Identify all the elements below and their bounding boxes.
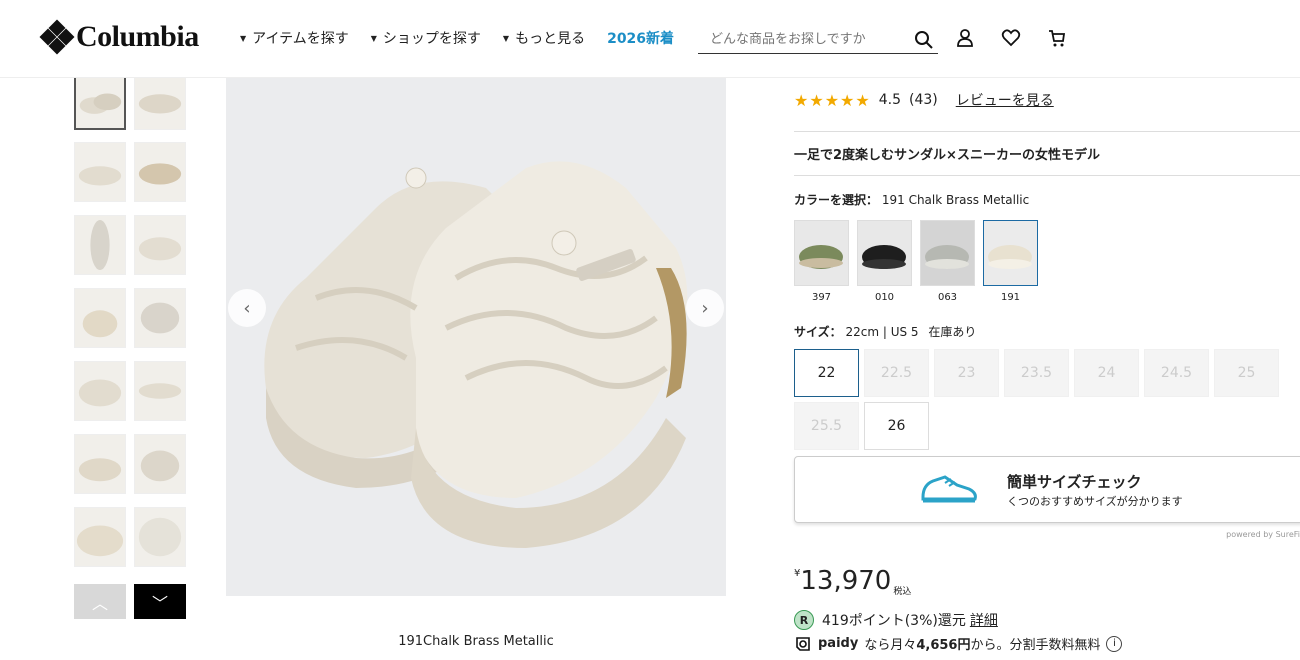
- size-option[interactable]: 26: [864, 402, 929, 450]
- main-nav: ▼ アイテムを探す ▼ ショップを探す ▼ もっと見る 2026新着: [240, 28, 674, 48]
- size-option-unavailable[interactable]: 23.5: [1004, 349, 1069, 397]
- nav-item-new-2026[interactable]: 2026新着: [607, 28, 674, 48]
- shoe-illustration: [226, 78, 726, 596]
- chevron-up-icon: ︿: [91, 593, 108, 613]
- thumbnail-image[interactable]: [74, 361, 126, 421]
- size-check-title: 簡単サイズチェック: [1007, 473, 1142, 491]
- divider: [794, 131, 1300, 132]
- review-link[interactable]: レビューを見る: [956, 90, 1054, 110]
- color-value: 191 Chalk Brass Metallic: [881, 193, 1030, 207]
- star-rating-icon: ★★★★★: [794, 90, 871, 110]
- chevron-left-icon: ‹: [243, 297, 251, 319]
- image-caption: 191Chalk Brass Metallic: [398, 634, 554, 649]
- rating-row: ★★★★★ 4.5 (43) レビューを見る: [794, 90, 1054, 110]
- rating-value: 4.5: [878, 92, 901, 108]
- thumbnail-image[interactable]: [74, 142, 126, 202]
- search-icon[interactable]: [914, 30, 934, 50]
- columbia-diamond-icon: [39, 19, 75, 55]
- thumbnail-image[interactable]: [74, 288, 126, 348]
- thumbnail-up-button[interactable]: ︿: [74, 584, 126, 619]
- prev-image-button[interactable]: ‹: [228, 289, 266, 327]
- thumbnail-image[interactable]: [74, 70, 126, 130]
- color-swatch[interactable]: 063: [920, 220, 975, 303]
- price: ¥ 13,970 税込: [794, 566, 911, 597]
- thumbnail-image[interactable]: [134, 215, 186, 275]
- thumbnail-down-button[interactable]: ﹀: [134, 584, 186, 619]
- points-row: R 419ポイント(3%)還元 詳細: [794, 610, 998, 630]
- size-label-text: サイズ：: [794, 325, 842, 339]
- size-value: 22cm | US 5: [845, 325, 919, 339]
- powered-by-text: powered by SureFi: [1226, 530, 1300, 539]
- swatch-code: 010: [874, 292, 895, 303]
- color-label: カラーを選択： 191 Chalk Brass Metallic: [794, 191, 1029, 208]
- stock-status: 在庫あり: [928, 325, 977, 339]
- nav-label: アイテムを探す: [252, 31, 349, 47]
- site-header: Columbia ▼ アイテムを探す ▼ ショップを探す ▼ もっと見る 2026新着: [0, 0, 1300, 78]
- caret-down-icon: ▼: [502, 33, 510, 43]
- paidy-text-suffix: から。分割手数料無料: [970, 638, 1101, 653]
- size-option-unavailable[interactable]: 22.5: [864, 349, 929, 397]
- size-option-unavailable[interactable]: 25: [1214, 349, 1279, 397]
- heart-icon[interactable]: [1001, 28, 1021, 48]
- size-option-unavailable[interactable]: 24.5: [1144, 349, 1209, 397]
- product-headline: 一足で2度楽しむサンダル×スニーカーの女性モデル: [794, 148, 1100, 163]
- rakuten-points-icon: R: [794, 610, 814, 630]
- swatch-code: 397: [811, 292, 832, 303]
- thumbnail-image[interactable]: [134, 288, 186, 348]
- search-bar: [698, 26, 938, 54]
- paidy-row: paidy なら月々 4,656円 から。分割手数料無料 i: [794, 634, 1123, 653]
- chevron-right-icon: ›: [701, 297, 709, 319]
- points-detail-link[interactable]: 詳細: [970, 610, 998, 630]
- header-icons: [955, 28, 1067, 48]
- divider: [794, 175, 1300, 176]
- swatch-code: 191: [1000, 292, 1021, 303]
- color-swatch-selected[interactable]: 191: [983, 220, 1038, 303]
- sneaker-icon: [921, 475, 977, 503]
- main-product-image[interactable]: ‹ ›: [226, 78, 726, 596]
- thumbnail-image[interactable]: [134, 361, 186, 421]
- swatch-code: 063: [937, 292, 958, 303]
- user-icon[interactable]: [955, 28, 975, 48]
- review-count: (43): [908, 92, 938, 108]
- columbia-logo[interactable]: Columbia: [39, 19, 199, 55]
- logo-text: Columbia: [76, 20, 199, 53]
- size-option-unavailable[interactable]: 23: [934, 349, 999, 397]
- nav-label: もっと見る: [515, 31, 586, 47]
- caret-down-icon: ▼: [370, 33, 377, 43]
- points-text: 419ポイント(3%)還元: [822, 613, 966, 629]
- tax-label: 税込: [893, 587, 912, 597]
- paidy-text: なら月々: [864, 638, 917, 653]
- chevron-down-icon: ﹀: [151, 593, 168, 613]
- thumbnail-image[interactable]: [74, 215, 126, 275]
- size-option-unavailable[interactable]: 25.5: [794, 402, 859, 450]
- size-option-selected[interactable]: 22: [794, 349, 859, 397]
- color-swatch[interactable]: 010: [857, 220, 912, 303]
- color-swatches: 397 010 063 191: [794, 220, 1038, 303]
- paidy-amount: 4,656円: [916, 638, 971, 653]
- cart-icon[interactable]: [1047, 28, 1067, 48]
- thumbnail-image[interactable]: [134, 142, 186, 202]
- color-label-text: カラーを選択：: [794, 193, 879, 207]
- price-amount: 13,970: [800, 566, 892, 596]
- thumbnail-image[interactable]: [74, 507, 126, 567]
- thumbnail-image[interactable]: [74, 434, 126, 494]
- caret-down-icon: ▼: [240, 33, 247, 43]
- thumbnail-image[interactable]: [134, 507, 186, 567]
- size-label: サイズ： 22cm | US 5 在庫あり: [794, 323, 976, 340]
- thumbnail-image[interactable]: [134, 70, 186, 130]
- search-input[interactable]: [698, 32, 898, 47]
- color-swatch[interactable]: 397: [794, 220, 849, 303]
- size-check-subtitle: くつのおすすめサイズが分かります: [1007, 495, 1183, 508]
- nav-item-items[interactable]: ▼ アイテムを探す: [240, 28, 349, 48]
- nav-item-shops[interactable]: ▼ ショップを探す: [371, 28, 481, 48]
- next-image-button[interactable]: ›: [686, 289, 724, 327]
- size-check-banner[interactable]: 簡単サイズチェック くつのおすすめサイズが分かります: [794, 456, 1300, 523]
- nav-item-more[interactable]: ▼ もっと見る: [503, 28, 585, 48]
- paidy-icon: [796, 636, 810, 651]
- nav-label: ショップを探す: [382, 31, 481, 47]
- thumbnail-image[interactable]: [134, 434, 186, 494]
- size-option-unavailable[interactable]: 24: [1074, 349, 1139, 397]
- info-icon[interactable]: i: [1106, 635, 1123, 652]
- paidy-brand: paidy: [818, 636, 859, 651]
